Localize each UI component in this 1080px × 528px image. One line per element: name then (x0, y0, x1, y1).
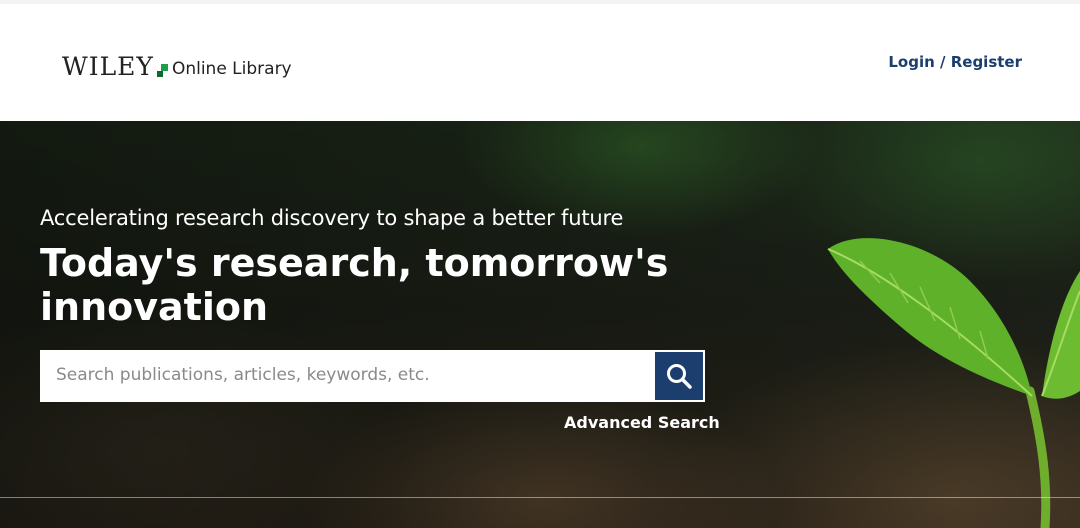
logo-wordmark: WILEY (62, 52, 154, 81)
hero-tagline: Accelerating research discovery to shape… (40, 206, 624, 230)
search-button[interactable] (655, 352, 703, 400)
search-bar (40, 350, 705, 402)
wiley-logo[interactable]: WILEY Online Library (62, 50, 292, 80)
site-header: WILEY Online Library Login / Register (0, 4, 1080, 121)
logo-mark-icon (156, 64, 169, 78)
hero-divider (0, 497, 1080, 498)
search-input[interactable] (40, 350, 653, 400)
logo-subtitle: Online Library (171, 59, 292, 79)
advanced-search-link[interactable]: Advanced Search (564, 413, 720, 432)
hero-banner: Accelerating research discovery to shape… (0, 121, 1080, 528)
login-register-link[interactable]: Login / Register (888, 53, 1022, 71)
search-icon (667, 364, 692, 389)
seedling-image (827, 238, 1080, 528)
hero-headline: Today's research, tomorrow's innovation (40, 241, 669, 329)
